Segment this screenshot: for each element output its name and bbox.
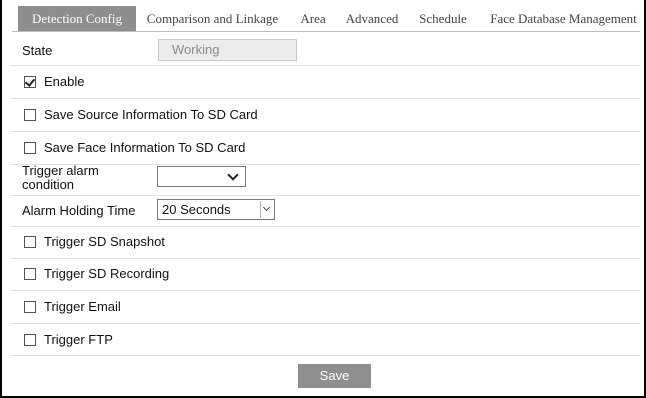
- save-source-info-row: Save Source Information To SD Card: [10, 99, 640, 132]
- alarm-holding-time-label: Alarm Holding Time: [22, 203, 136, 218]
- alarm-holding-time-dropdown-button[interactable]: [260, 201, 273, 218]
- trigger-sd-snapshot-checkbox[interactable]: [24, 236, 36, 248]
- trigger-alarm-condition-select[interactable]: [157, 166, 246, 187]
- enable-label: Enable: [44, 74, 85, 89]
- chevron-down-icon: [262, 203, 271, 212]
- save-face-info-checkbox[interactable]: [24, 142, 36, 154]
- trigger-alarm-condition-label-line1: Trigger alarm: [22, 163, 99, 178]
- state-value-field: Working: [158, 39, 297, 61]
- alarm-holding-time-select[interactable]: 20 Seconds: [157, 199, 275, 220]
- trigger-sd-snapshot-row: Trigger SD Snapshot: [10, 227, 640, 259]
- enable-checkbox[interactable]: [24, 76, 36, 88]
- trigger-sd-recording-checkbox[interactable]: [24, 268, 36, 280]
- tab-detection-config[interactable]: Detection Config: [18, 6, 136, 32]
- state-label: State: [22, 43, 53, 58]
- trigger-ftp-checkbox[interactable]: [24, 334, 36, 346]
- chevron-down-icon: [227, 169, 239, 181]
- save-source-info-checkbox[interactable]: [24, 109, 36, 121]
- trigger-ftp-label: Trigger FTP: [44, 332, 113, 347]
- trigger-sd-recording-label: Trigger SD Recording: [44, 266, 170, 281]
- save-face-info-label: Save Face Information To SD Card: [44, 140, 246, 155]
- save-source-info-label: Save Source Information To SD Card: [44, 107, 258, 122]
- enable-row: Enable: [10, 66, 640, 99]
- tab-area[interactable]: Area: [295, 6, 331, 32]
- tab-face-database-management[interactable]: Face Database Management: [483, 6, 644, 32]
- trigger-email-label: Trigger Email: [44, 299, 121, 314]
- tab-divider: [12, 31, 640, 32]
- tab-comparison-and-linkage[interactable]: Comparison and Linkage: [140, 6, 285, 32]
- trigger-email-row: Trigger Email: [10, 291, 640, 324]
- trigger-ftp-row: Trigger FTP: [10, 324, 640, 356]
- alarm-holding-time-row: Alarm Holding Time: [10, 196, 640, 227]
- trigger-alarm-condition-label-line2: condition: [22, 177, 75, 192]
- state-row: State: [10, 36, 640, 66]
- alarm-holding-time-value: 20 Seconds: [162, 202, 231, 217]
- trigger-alarm-condition-label: Trigger alarm condition: [22, 164, 99, 192]
- trigger-sd-snapshot-label: Trigger SD Snapshot: [44, 234, 165, 249]
- tab-bar: Detection Config Comparison and Linkage …: [4, 0, 644, 38]
- save-button[interactable]: Save: [298, 364, 371, 388]
- tab-schedule[interactable]: Schedule: [413, 6, 473, 32]
- trigger-email-checkbox[interactable]: [24, 301, 36, 313]
- config-panel: Detection Config Comparison and Linkage …: [0, 0, 646, 398]
- save-face-info-row: Save Face Information To SD Card: [10, 132, 640, 165]
- tab-advanced[interactable]: Advanced: [340, 6, 404, 32]
- trigger-alarm-condition-row: Trigger alarm condition: [10, 164, 640, 196]
- trigger-sd-recording-row: Trigger SD Recording: [10, 259, 640, 291]
